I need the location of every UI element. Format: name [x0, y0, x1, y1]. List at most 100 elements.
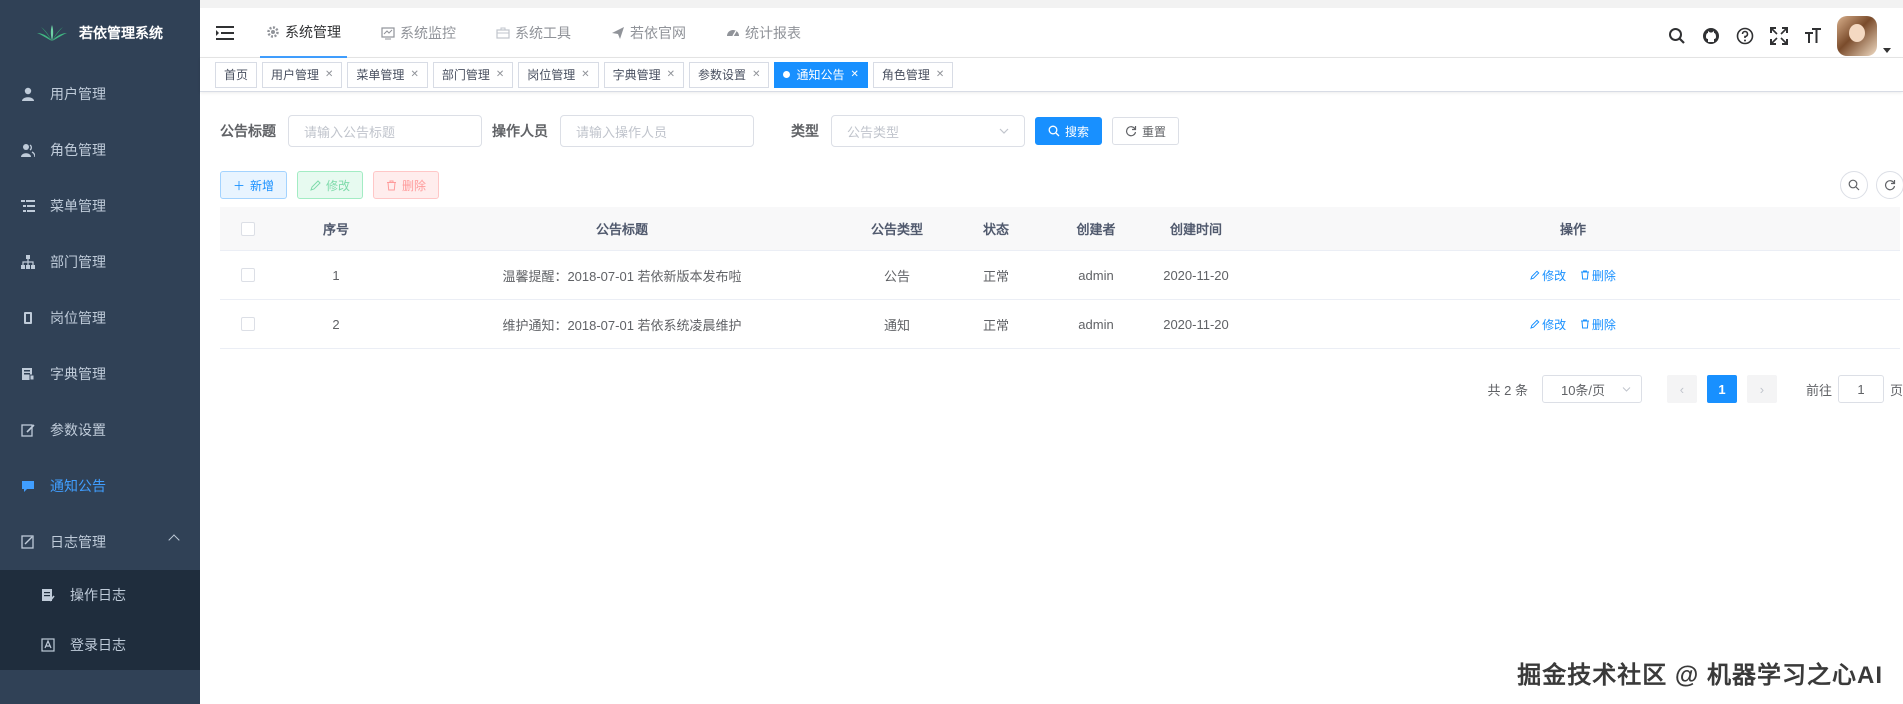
cell-type: 通知	[883, 317, 910, 333]
sidebar-item-config[interactable]: 参数设置	[0, 402, 200, 458]
close-icon[interactable]: ✕	[850, 69, 858, 80]
sidebar-item-logininfor[interactable]: 登录日志	[0, 620, 200, 670]
header-creator: 创建者	[1076, 222, 1116, 237]
sidebar-item-menu[interactable]: 菜单管理	[0, 178, 200, 234]
search-button[interactable]: 搜索	[1035, 117, 1103, 145]
logininfor-icon	[40, 637, 56, 653]
header-title: 公告标题	[595, 222, 648, 237]
select-all-checkbox[interactable]	[241, 221, 255, 236]
hamburger-icon[interactable]	[216, 25, 234, 41]
message-icon	[20, 478, 36, 494]
row-delete-link[interactable]: 删除	[1580, 267, 1616, 284]
close-icon[interactable]: ✕	[410, 69, 418, 80]
sidebar-item-label: 参数设置	[50, 422, 106, 438]
sidebar-item-user[interactable]: 用户管理	[0, 66, 200, 122]
cell-id: 2	[332, 316, 340, 332]
table-row[interactable]: 1 温馨提醒：2018-07-01 若依新版本发布啦 公告 正常 admin 2…	[220, 251, 1900, 300]
pagination: 共 2 条 10条/页 ‹ 1 › 前往 1 页	[1488, 375, 1903, 403]
logo[interactable]: 若依管理系统	[0, 0, 200, 66]
tag-label: 通知公告	[796, 68, 845, 82]
row-delete-link[interactable]: 删除	[1580, 316, 1616, 333]
caret-down-icon[interactable]	[1883, 47, 1891, 53]
row-edit-label: 修改	[1542, 268, 1567, 283]
page-number[interactable]: 1	[1706, 375, 1737, 403]
table-header: 序号 公告标题 公告类型 状态 创建者 创建时间 操作	[220, 207, 1900, 251]
text-size-icon[interactable]	[1803, 26, 1823, 46]
chevron-left-icon: ‹	[1679, 381, 1685, 397]
delete-icon	[1580, 270, 1589, 280]
tag-dept[interactable]: 部门管理 ✕	[432, 61, 514, 88]
close-icon[interactable]: ✕	[581, 69, 589, 80]
user-icon	[20, 86, 36, 102]
add-button[interactable]: ＋ 新增	[220, 171, 288, 199]
topnav-monitor[interactable]: 系统监控	[375, 8, 462, 58]
search-icon[interactable]	[1667, 26, 1687, 46]
delete-icon	[387, 180, 397, 190]
tag-menu[interactable]: 菜单管理 ✕	[347, 61, 428, 88]
table-row[interactable]: 2 维护通知：2018-07-01 若依系统凌晨维护 通知 正常 admin 2…	[220, 300, 1900, 349]
tag-dict[interactable]: 字典管理 ✕	[603, 61, 685, 88]
sidebar-item-notice[interactable]: 通知公告	[0, 458, 200, 514]
tag-role[interactable]: 角色管理 ✕	[872, 61, 954, 88]
edit-button-label: 修改	[326, 178, 351, 193]
tag-notice[interactable]: 通知公告 ✕	[774, 61, 868, 88]
sidebar-item-role[interactable]: 角色管理	[0, 122, 200, 178]
tag-user[interactable]: 用户管理 ✕	[262, 61, 343, 88]
dict-icon	[20, 366, 36, 382]
cell-status: 正常	[982, 317, 1009, 333]
plus-icon: ＋	[233, 178, 246, 193]
header-status: 状态	[982, 222, 1009, 237]
edit-icon	[1530, 270, 1540, 280]
reset-button[interactable]: 重置	[1112, 117, 1180, 145]
edit-button[interactable]: 修改	[297, 171, 364, 199]
dashboard-icon	[727, 30, 739, 37]
operator-input[interactable]: 请输入操作人员	[560, 115, 754, 147]
close-icon[interactable]: ✕	[752, 69, 760, 80]
row-checkbox[interactable]	[241, 268, 255, 282]
row-select-cell	[220, 317, 276, 331]
github-icon[interactable]	[1701, 26, 1721, 46]
prev-page-button[interactable]: ‹	[1666, 375, 1697, 403]
next-page-button[interactable]: ›	[1746, 375, 1777, 403]
topnav-report[interactable]: 统计报表	[720, 8, 807, 58]
watermark: 掘金技术社区 @ 机器学习之心AI	[1517, 662, 1883, 689]
sidebar-item-label: 部门管理	[50, 254, 106, 270]
tag-config[interactable]: 参数设置 ✕	[689, 61, 770, 88]
reset-button-label: 重置	[1142, 124, 1167, 139]
delete-button[interactable]: 删除	[373, 171, 440, 199]
topnav-ruoyi[interactable]: 若依官网	[605, 8, 692, 58]
tag-label: 字典管理	[612, 68, 661, 82]
tag-home[interactable]: 首页	[215, 61, 258, 88]
close-icon[interactable]: ✕	[496, 69, 504, 80]
sidebar-item-dict[interactable]: 字典管理	[0, 346, 200, 402]
goto-input[interactable]: 1	[1837, 375, 1884, 403]
refresh-button[interactable]	[1876, 171, 1903, 199]
tag-post[interactable]: 岗位管理 ✕	[518, 61, 599, 88]
sidebar-item-label: 菜单管理	[50, 198, 106, 214]
row-edit-label: 修改	[1542, 317, 1567, 332]
title-input[interactable]: 请输入公告标题	[288, 115, 482, 147]
row-edit-link[interactable]: 修改	[1530, 316, 1566, 333]
type-select[interactable]: 公告类型	[831, 115, 1025, 147]
row-checkbox[interactable]	[241, 317, 255, 331]
close-icon[interactable]: ✕	[936, 69, 944, 80]
row-edit-link[interactable]: 修改	[1530, 267, 1566, 284]
toggle-search-button[interactable]	[1840, 171, 1868, 199]
cell-title: 维护通知：2018-07-01 若依系统凌晨维护	[502, 317, 742, 333]
sidebar-item-operlog[interactable]: 操作日志	[0, 570, 200, 620]
sidebar-item-log[interactable]: 日志管理	[0, 514, 200, 570]
question-icon[interactable]	[1735, 26, 1755, 46]
cell-creator: admin	[1078, 316, 1114, 332]
cell-created: 2020-11-20	[1163, 267, 1229, 283]
sidebar-item-post[interactable]: 岗位管理	[0, 290, 200, 346]
avatar[interactable]	[1837, 16, 1877, 56]
topnav-tool[interactable]: 系统工具	[490, 8, 577, 58]
search-icon	[1048, 125, 1060, 137]
topnav-system[interactable]: 系统管理	[260, 8, 347, 58]
fullscreen-icon[interactable]	[1769, 26, 1789, 46]
close-icon[interactable]: ✕	[667, 69, 675, 80]
page-size-select[interactable]: 10条/页	[1541, 375, 1642, 403]
sidebar-item-dept[interactable]: 部门管理	[0, 234, 200, 290]
close-icon[interactable]: ✕	[325, 69, 333, 80]
tool-icon	[496, 27, 510, 39]
